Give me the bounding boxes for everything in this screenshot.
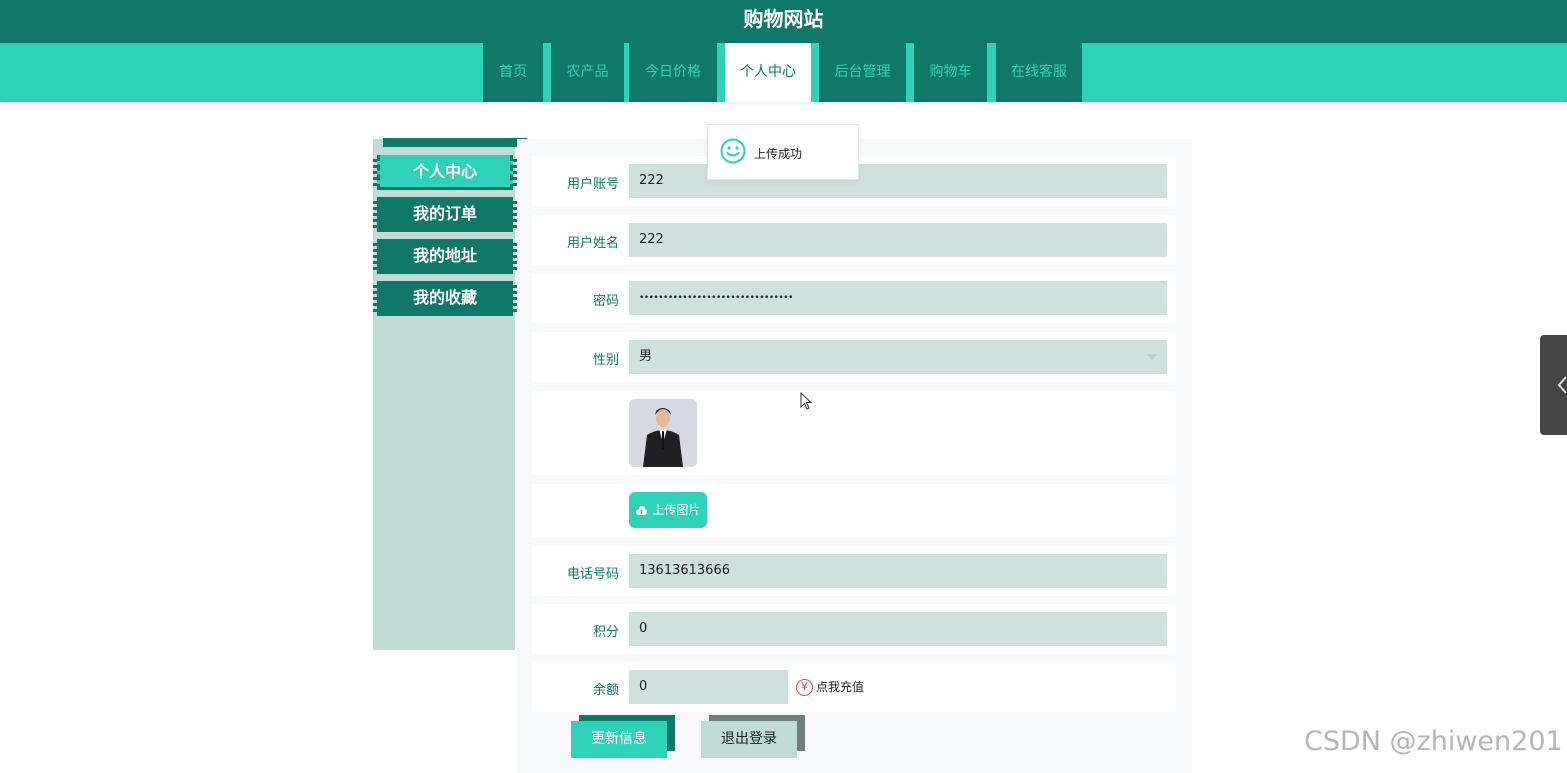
cloud-upload-icon [635,506,647,515]
logout-button[interactable]: 退出登录 [701,721,797,758]
name-label: 用户姓名 [566,236,619,251]
form-row-points: 积分 [532,604,1176,654]
upload-image-button[interactable]: 上传图片 [629,492,707,528]
form-row-phone: 电话号码 [532,546,1176,596]
recharge-link[interactable]: ¥ 点我充值 [796,678,864,696]
phone-input[interactable] [629,554,1167,588]
balance-label: 余额 [592,683,619,698]
form-row-password: 密码 •••••••••••••••••••••••••••••••• [532,273,1176,323]
nav-item-admin[interactable]: 后台管理 [819,43,906,102]
side-drawer-toggle[interactable] [1540,335,1567,435]
mouse-cursor-icon [800,391,813,414]
top-header: 购物网站 [0,0,1567,43]
name-input[interactable] [629,223,1167,257]
form-row-name: 用户姓名 [532,215,1176,265]
gender-select[interactable]: 男 [629,340,1167,374]
gender-label: 性别 [592,353,619,368]
avatar-person-image [629,399,697,467]
chevron-left-icon [1557,376,1567,394]
form-row-balance: 余额 ¥点我充值 [532,662,1176,712]
chevron-down-icon [1147,354,1157,360]
toast-message: 上传成功 [707,124,859,180]
points-input[interactable] [629,612,1167,646]
form-row-gender: 性别 男 [532,332,1176,382]
toast-text: 上传成功 [754,147,803,161]
watermark-text: CSDN @zhiwen201 [1304,726,1563,757]
avatar [629,399,697,467]
yen-icon: ¥ [796,679,813,696]
recharge-label: 点我充值 [816,680,865,694]
phone-label: 电话号码 [566,567,619,582]
sidebar-top-bar [383,138,527,147]
sidebar-item-personal-center[interactable]: 个人中心 [373,155,517,190]
nav-item-home[interactable]: 首页 [483,43,543,102]
sidebar-item-favorites[interactable]: 我的收藏 [373,281,517,316]
password-input[interactable]: •••••••••••••••••••••••••••••••• [629,281,1167,315]
nav-item-products[interactable]: 农产品 [551,43,624,102]
sidebar-item-orders[interactable]: 我的订单 [373,197,517,232]
nav-item-personal-center[interactable]: 个人中心 [725,43,811,102]
main-nav: 首页 农产品 今日价格 个人中心 后台管理 购物车 在线客服 [0,43,1567,102]
sidebar-item-address[interactable]: 我的地址 [373,239,517,274]
account-label: 用户账号 [566,177,619,192]
form-row-upload: 上传图片 [532,484,1176,537]
points-label: 积分 [592,625,619,640]
update-info-button[interactable]: 更新信息 [571,721,667,758]
site-title: 购物网站 [743,7,824,31]
nav-item-customer-service[interactable]: 在线客服 [996,43,1082,102]
gender-selected-value: 男 [639,349,653,364]
smile-icon [720,138,746,164]
password-label: 密码 [592,294,619,309]
balance-input[interactable] [629,670,788,704]
nav-item-today-price[interactable]: 今日价格 [629,43,717,102]
nav-item-cart[interactable]: 购物车 [914,43,987,102]
form-row-avatar [532,391,1176,475]
upload-image-label: 上传图片 [652,503,701,517]
